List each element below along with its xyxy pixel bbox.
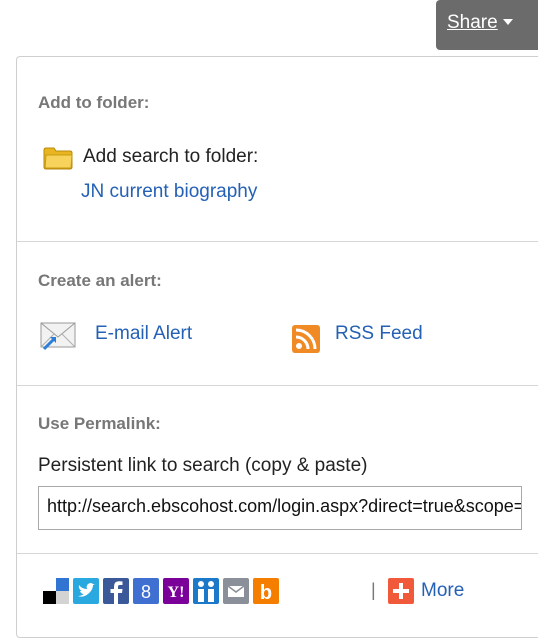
chevron-down-icon [502,18,513,25]
share-button[interactable]: Share [436,0,538,50]
permalink-description: Persistent link to search (copy & paste) [38,455,368,476]
divider [17,241,538,242]
plus-icon[interactable] [388,578,414,604]
svg-text:8: 8 [141,582,151,602]
facebook-icon[interactable] [103,578,129,604]
rss-icon[interactable] [292,325,320,353]
google-plus-icon[interactable]: 8 [133,578,159,604]
twitter-icon[interactable] [73,578,99,604]
svg-text:b: b [260,582,272,604]
blogger-icon[interactable]: b [253,578,279,604]
email-alert-icon[interactable] [40,321,80,351]
yahoo-icon[interactable]: Y! [163,578,189,604]
permalink-title: Use Permalink: [38,414,161,433]
svg-text:Y!: Y! [168,584,185,601]
rss-feed-link[interactable]: RSS Feed [335,323,423,345]
email-icon[interactable] [223,578,249,604]
divider [17,553,538,554]
social-separator: | [371,580,376,600]
divider [17,385,538,386]
more-link[interactable]: More [421,580,464,602]
folder-icon [43,147,73,170]
add-to-folder-title: Add to folder: [38,93,150,112]
permalink-field[interactable]: http://search.ebscohost.com/login.aspx?d… [38,486,522,530]
email-alert-link[interactable]: E-mail Alert [95,323,192,345]
myspace-icon[interactable] [193,578,219,604]
share-label: Share [447,12,498,33]
folder-link[interactable]: JN current biography [81,181,257,203]
share-panel [16,56,538,638]
delicious-icon[interactable] [43,578,69,604]
add-search-to-folder-label: Add search to folder: [83,146,259,167]
create-alert-title: Create an alert: [38,271,162,290]
